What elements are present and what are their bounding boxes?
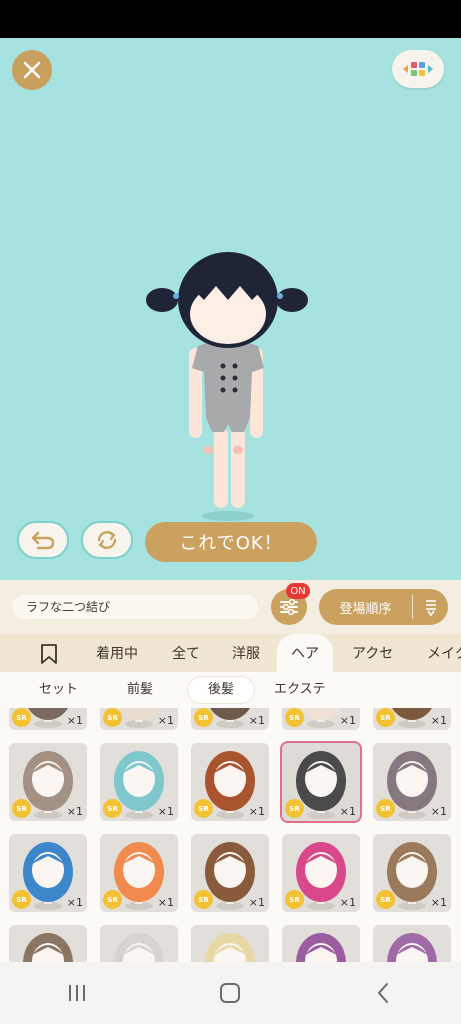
- rarity-badge: SR: [194, 890, 213, 909]
- item-grid: SR ×1 SR ×1 SR ×1 SR ×1 SR ×1 SR ×1 SR ×1 SR ×1 SR ×1 SR ×1…: [0, 708, 461, 962]
- rarity-badge: SR: [12, 799, 31, 818]
- hair-item-tile[interactable]: SR×1: [191, 925, 269, 962]
- hair-preview-icon: [23, 933, 73, 962]
- hair-item-tile[interactable]: SR×1: [9, 925, 87, 962]
- hair-item-tile[interactable]: SR ×1: [282, 743, 360, 821]
- tab-hair[interactable]: ヘア: [277, 634, 333, 672]
- hair-item-tile[interactable]: SR ×1: [100, 708, 178, 730]
- hair-item-tile[interactable]: SR ×1: [373, 743, 451, 821]
- hair-preview-icon: [387, 933, 437, 962]
- hair-preview-icon: [205, 933, 255, 962]
- item-quantity: ×1: [66, 805, 83, 818]
- hair-subtabs: セット 前髪 後髪 エクステ: [0, 672, 461, 708]
- hair-item-tile[interactable]: SR×1: [282, 925, 360, 962]
- hair-item-tile[interactable]: SR ×1: [282, 708, 360, 730]
- tab-accessories[interactable]: アクセ: [352, 634, 393, 672]
- hair-item-tile[interactable]: SR ×1: [373, 708, 451, 730]
- rarity-badge: SR: [12, 708, 31, 727]
- item-quantity: ×1: [339, 714, 356, 727]
- filter-on-badge: ON: [286, 583, 310, 599]
- outfit-name-field[interactable]: ラフな二つ結び: [12, 595, 258, 619]
- avatar-stage: これでOK！: [0, 38, 461, 580]
- rarity-badge: SR: [376, 890, 395, 909]
- outfit-name-bar: ラフな二つ結び ON 登場順序: [0, 580, 461, 634]
- close-icon: [23, 61, 41, 79]
- ui-toggle-button[interactable]: [392, 50, 444, 88]
- home-icon[interactable]: [218, 981, 242, 1005]
- hair-item-tile[interactable]: SR×1: [373, 925, 451, 962]
- recent-apps-icon[interactable]: [65, 982, 89, 1004]
- item-quantity: ×1: [339, 805, 356, 818]
- rarity-badge: SR: [194, 708, 213, 727]
- hair-preview-icon: [114, 933, 164, 962]
- hair-item-tile[interactable]: SR ×1: [9, 834, 87, 912]
- tab-all[interactable]: 全て: [172, 634, 200, 672]
- hair-item-tile[interactable]: SR ×1: [282, 834, 360, 912]
- confirm-ok-button[interactable]: これでOK！: [145, 522, 317, 562]
- rarity-badge: SR: [285, 890, 304, 909]
- sort-order-label: 登場順序: [339, 601, 392, 617]
- rarity-badge: SR: [103, 799, 122, 818]
- item-quantity: ×1: [339, 896, 356, 909]
- status-bar: [0, 0, 461, 38]
- item-quantity: ×1: [430, 714, 447, 727]
- subtab-back-hair[interactable]: 後髪: [188, 677, 255, 703]
- undo-button[interactable]: [17, 521, 69, 559]
- sort-direction-icon[interactable]: [413, 598, 448, 616]
- hair-item-tile[interactable]: SR ×1: [100, 743, 178, 821]
- hair-item-tile[interactable]: SR ×1: [9, 743, 87, 821]
- tab-wearing[interactable]: 着用中: [96, 634, 138, 672]
- bookmark-icon: [41, 644, 57, 664]
- rarity-badge: SR: [103, 708, 122, 727]
- rarity-badge: SR: [376, 708, 395, 727]
- item-quantity: ×1: [248, 805, 265, 818]
- tab-makeup[interactable]: メイク: [427, 634, 461, 672]
- hair-item-tile[interactable]: SR ×1: [191, 834, 269, 912]
- hair-item-tile[interactable]: SR ×1: [373, 834, 451, 912]
- item-quantity: ×1: [157, 714, 174, 727]
- back-icon[interactable]: [372, 981, 396, 1005]
- hair-item-tile[interactable]: SR ×1: [100, 834, 178, 912]
- randomize-button[interactable]: [81, 521, 133, 559]
- hair-item-tile[interactable]: SR×1: [100, 925, 178, 962]
- item-quantity: ×1: [66, 896, 83, 909]
- avatar-character[interactable]: [140, 238, 320, 528]
- item-quantity: ×1: [248, 896, 265, 909]
- hair-item-tile[interactable]: SR ×1: [191, 708, 269, 730]
- subtab-front-hair[interactable]: 前髪: [127, 677, 153, 703]
- subtab-set[interactable]: セット: [39, 677, 78, 703]
- subtab-extensions[interactable]: エクステ: [274, 677, 326, 703]
- undo-icon: [31, 531, 55, 550]
- item-quantity: ×1: [157, 805, 174, 818]
- close-button[interactable]: [12, 50, 52, 90]
- rarity-badge: SR: [12, 890, 31, 909]
- filter-sliders-icon: [280, 598, 298, 616]
- rarity-badge: SR: [194, 799, 213, 818]
- sort-order-button[interactable]: 登場順序: [319, 589, 448, 625]
- hair-item-tile[interactable]: SR ×1: [191, 743, 269, 821]
- item-quantity: ×1: [248, 714, 265, 727]
- rarity-badge: SR: [103, 890, 122, 909]
- ui-toggle-icon: [403, 62, 433, 76]
- category-tabs: 着用中 全て 洋服 ヘア アクセ メイク: [0, 634, 461, 672]
- item-quantity: ×1: [157, 896, 174, 909]
- hair-preview-icon: [296, 933, 346, 962]
- rarity-badge: SR: [285, 799, 304, 818]
- refresh-icon: [97, 530, 117, 550]
- system-nav-bar: [0, 962, 461, 1024]
- item-quantity: ×1: [430, 896, 447, 909]
- item-quantity: ×1: [66, 714, 83, 727]
- item-quantity: ×1: [430, 805, 447, 818]
- rarity-badge: SR: [285, 708, 304, 727]
- rarity-badge: SR: [376, 799, 395, 818]
- tab-clothes[interactable]: 洋服: [232, 634, 260, 672]
- tab-bookmarks[interactable]: [40, 634, 58, 672]
- hair-item-tile[interactable]: SR ×1: [9, 708, 87, 730]
